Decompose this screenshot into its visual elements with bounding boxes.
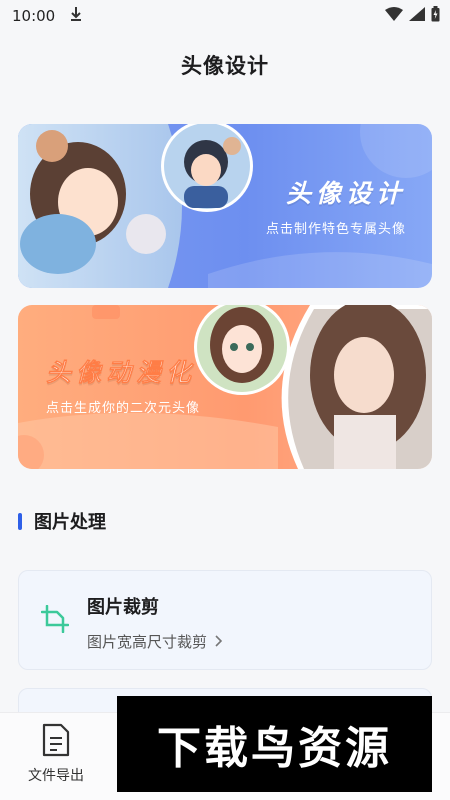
avatar-design-banner[interactable]: 头像设计 点击制作特色专属头像: [18, 124, 432, 288]
watermark: 下载鸟资源: [117, 696, 432, 792]
status-bar: 10:00: [0, 0, 450, 32]
image-crop-card[interactable]: 图片裁剪 图片宽高尺寸裁剪: [18, 570, 432, 670]
file-export-icon: [41, 723, 71, 761]
chevron-right-icon: [215, 633, 223, 651]
nav-label: 文件导出: [28, 768, 84, 784]
banner-subtitle: 点击生成你的二次元头像: [46, 401, 201, 416]
nav-item-file-export[interactable]: 文件导出: [18, 723, 94, 785]
section-header: 图片处理: [18, 508, 106, 534]
card-subtitle: 图片宽高尺寸裁剪: [87, 631, 223, 652]
section-title: 图片处理: [34, 512, 106, 533]
avatar-design-banner-text: 头像设计 点击制作特色专属头像: [266, 174, 406, 237]
signal-icon: [409, 7, 425, 25]
page-title: 头像设计: [181, 54, 269, 78]
card-title: 图片裁剪: [87, 597, 159, 618]
section-accent-bar: [18, 512, 22, 530]
banner-subtitle: 点击制作特色专属头像: [265, 222, 406, 237]
status-time: 10:00: [12, 7, 56, 25]
download-icon: [69, 6, 83, 26]
card-subtitle-text: 图片宽高尺寸裁剪: [87, 633, 208, 651]
wifi-icon: [385, 7, 403, 25]
avatar-anime-banner-text: 头像动漫化 点击生成你的二次元头像: [46, 353, 200, 416]
watermark-text: 下载鸟资源: [157, 723, 392, 774]
avatar-anime-banner[interactable]: 头像动漫化 点击生成你的二次元头像: [18, 305, 432, 469]
banner-title: 头像动漫化: [46, 358, 197, 388]
banner-title: 头像设计: [285, 179, 406, 208]
battery-icon: [431, 6, 440, 26]
crop-icon: [40, 604, 70, 637]
